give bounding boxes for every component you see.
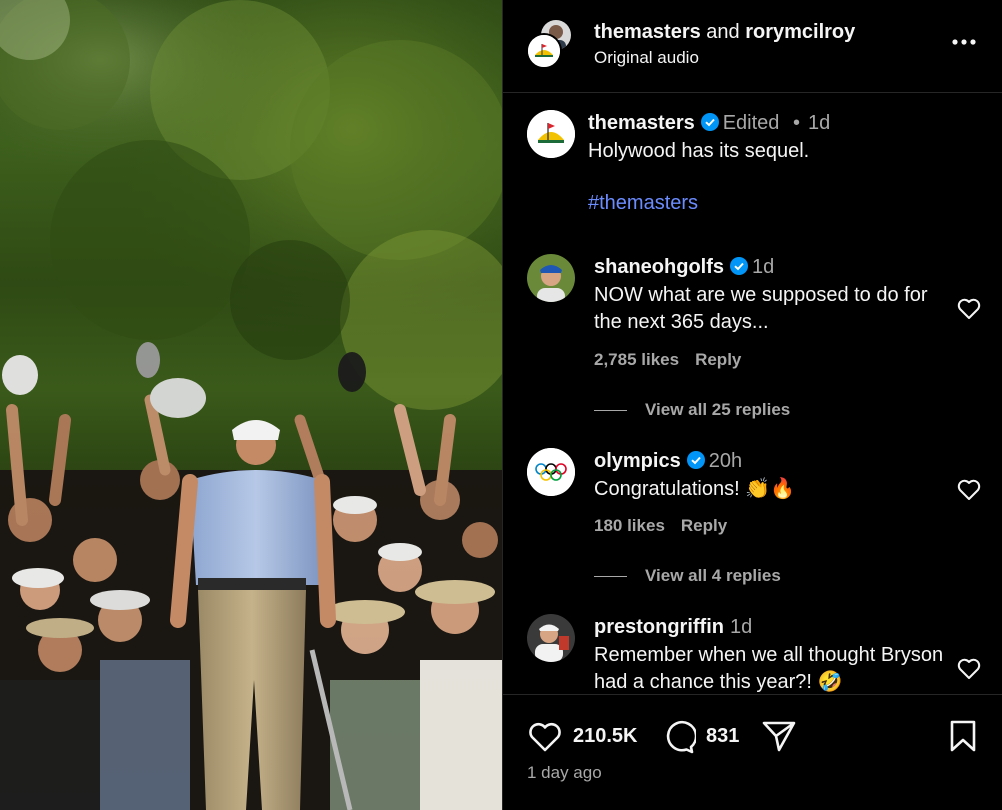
comment-text: Congratulations! 👏🔥 bbox=[594, 478, 796, 500]
more-options-button[interactable] bbox=[950, 30, 978, 54]
comments-list[interactable]: themasters Edited • 1d Holywood has its se… bbox=[503, 94, 1002, 694]
olympics-avatar[interactable] bbox=[527, 448, 575, 496]
caption-username[interactable]: themasters bbox=[588, 112, 695, 134]
comment-likes-count[interactable]: 180 likes bbox=[594, 516, 665, 535]
audio-label[interactable]: Original audio bbox=[594, 48, 699, 68]
themasters-avatar[interactable] bbox=[526, 33, 562, 69]
author-secondary[interactable]: rorymcilroy bbox=[745, 21, 855, 43]
shaneohgolfs-avatar[interactable] bbox=[527, 254, 575, 302]
verified-badge-icon bbox=[730, 257, 749, 275]
comment-username[interactable]: shaneohgolfs bbox=[594, 256, 724, 278]
view-replies-button[interactable]: View all 4 replies bbox=[594, 566, 781, 586]
view-replies-label: View all 25 replies bbox=[645, 400, 791, 419]
author-primary[interactable]: themasters bbox=[594, 21, 701, 43]
themasters-avatar[interactable] bbox=[527, 110, 575, 158]
more-icon bbox=[952, 39, 976, 45]
comment-username[interactable]: olympics bbox=[594, 450, 681, 472]
verified-badge-icon bbox=[700, 113, 719, 131]
reply-button[interactable]: Reply bbox=[681, 516, 727, 535]
replies-line bbox=[594, 410, 627, 412]
comment-time[interactable]: 20h bbox=[709, 450, 742, 472]
comment-bubble-icon bbox=[666, 720, 698, 754]
edited-label: Edited bbox=[722, 112, 780, 134]
prestongriffin-avatar[interactable] bbox=[527, 614, 575, 662]
verified-badge-icon bbox=[686, 451, 705, 469]
comment-like-button[interactable] bbox=[956, 657, 982, 681]
comment-text: NOW what are we supposed to do for the n… bbox=[594, 284, 928, 333]
reply-button[interactable]: Reply bbox=[695, 350, 741, 369]
like-button[interactable] bbox=[527, 721, 563, 758]
author-joiner: and bbox=[706, 21, 740, 43]
post-header: themasters and rorymcilroy Original audi… bbox=[503, 0, 1002, 93]
comment-like-button[interactable] bbox=[956, 478, 982, 502]
view-replies-button[interactable]: View all 25 replies bbox=[594, 400, 790, 420]
view-replies-label: View all 4 replies bbox=[645, 566, 781, 585]
comment-likes-count[interactable]: 2,785 likes bbox=[594, 350, 679, 369]
post-actions-bar: 210.5K 831 1 day ago bbox=[503, 694, 1002, 810]
post-details-panel: themasters and rorymcilroy Original audi… bbox=[503, 0, 1002, 810]
comment-like-button[interactable] bbox=[956, 297, 982, 321]
caption-time[interactable]: 1d bbox=[808, 112, 830, 134]
heart-outline-icon bbox=[957, 479, 981, 500]
meta-separator: • bbox=[793, 112, 801, 134]
heart-icon bbox=[529, 722, 561, 752]
golfer-celebration-image bbox=[0, 0, 502, 810]
save-button[interactable] bbox=[949, 720, 977, 757]
comments-count[interactable]: 831 bbox=[706, 725, 739, 748]
caption-text: Holywood has its sequel. bbox=[588, 140, 810, 162]
likes-count[interactable]: 210.5K bbox=[573, 725, 638, 748]
comment-time[interactable]: 1d bbox=[752, 256, 774, 278]
replies-line bbox=[594, 576, 627, 578]
comment-username[interactable]: prestongriffin bbox=[594, 616, 724, 638]
comment-text: Remember when we all thought Bryson had … bbox=[594, 644, 944, 693]
send-icon bbox=[762, 721, 796, 752]
heart-outline-icon bbox=[957, 298, 981, 319]
heart-outline-icon bbox=[957, 658, 981, 679]
bookmark-icon bbox=[950, 720, 976, 752]
comment-time[interactable]: 1d bbox=[730, 616, 752, 638]
hashtag-link[interactable]: #themasters bbox=[588, 192, 698, 215]
post-photo[interactable] bbox=[0, 0, 502, 810]
share-button[interactable] bbox=[762, 720, 796, 757]
comment-button[interactable] bbox=[660, 720, 698, 759]
post-authors[interactable]: themasters and rorymcilroy bbox=[594, 21, 855, 44]
post-timestamp[interactable]: 1 day ago bbox=[527, 763, 602, 783]
